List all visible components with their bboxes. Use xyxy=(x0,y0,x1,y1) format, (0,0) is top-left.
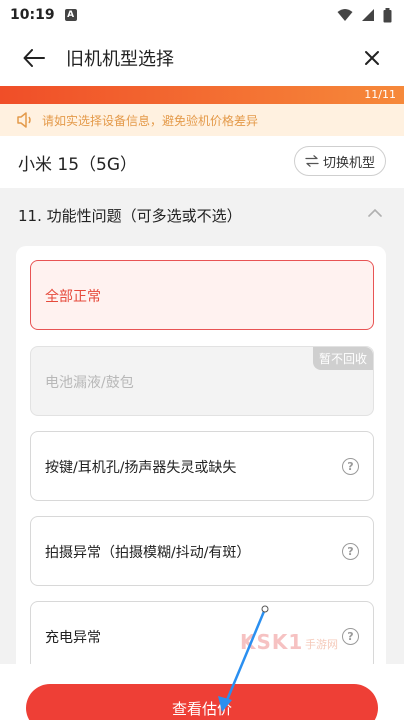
help-icon[interactable]: ? xyxy=(342,543,359,560)
view-estimate-button[interactable]: 查看估价 xyxy=(26,684,378,720)
switch-model-button[interactable]: 切换机型 xyxy=(294,146,386,176)
option-battery-leak: 电池漏液/鼓包 暂不回收 xyxy=(30,346,374,416)
option-label: 拍摄异常（拍摄模糊/抖动/有斑） xyxy=(45,545,251,561)
back-button[interactable] xyxy=(20,44,48,72)
status-time: 10:19 xyxy=(10,7,55,23)
app-header: 旧机机型选择 xyxy=(0,30,404,86)
page-title: 旧机机型选择 xyxy=(66,49,174,70)
option-camera[interactable]: 拍摄异常（拍摄模糊/抖动/有斑） ? xyxy=(30,516,374,586)
model-name: 小米 15（5G） xyxy=(18,155,138,175)
help-icon[interactable]: ? xyxy=(342,458,359,475)
help-icon[interactable]: ? xyxy=(342,628,359,645)
unavailable-badge: 暂不回收 xyxy=(312,347,373,370)
model-row: 小米 15（5G） 切换机型 xyxy=(0,136,404,188)
arrow-left-icon xyxy=(23,49,45,67)
swap-icon xyxy=(305,155,319,167)
option-all-normal[interactable]: 全部正常 xyxy=(30,260,374,330)
view-estimate-label: 查看估价 xyxy=(171,700,232,718)
section-title: 11. 功能性问题（可多选或不选） xyxy=(18,207,242,225)
speaker-icon xyxy=(17,112,31,128)
watermark-sub: 手游网 xyxy=(305,638,338,651)
close-icon xyxy=(365,51,379,65)
signal-icon xyxy=(362,9,374,21)
chevron-up-icon[interactable] xyxy=(368,208,382,217)
option-buttons-audio[interactable]: 按键/耳机孔/扬声器失灵或缺失 ? xyxy=(30,431,374,501)
wifi-icon xyxy=(337,9,353,21)
option-label: 按键/耳机孔/扬声器失灵或缺失 xyxy=(45,460,237,476)
option-label: 全部正常 xyxy=(45,289,101,305)
watermark: KSK1 xyxy=(240,630,304,654)
status-bar: 10:19 A xyxy=(0,0,404,30)
notification-icon: A xyxy=(64,9,77,21)
status-icons xyxy=(337,7,392,23)
option-label: 电池漏液/鼓包 xyxy=(45,375,134,391)
progress-bar: 11/11 xyxy=(0,86,404,104)
option-label: 充电异常 xyxy=(45,630,101,646)
switch-model-label: 切换机型 xyxy=(322,155,375,171)
progress-text: 11/11 xyxy=(364,88,396,101)
bottom-bar: 查看估价 xyxy=(0,664,404,720)
battery-icon xyxy=(383,7,392,22)
notice-banner: 请如实选择设备信息，避免验机价格差异 xyxy=(0,104,404,136)
notice-text: 请如实选择设备信息，避免验机价格差异 xyxy=(42,113,259,128)
function-section: 11. 功能性问题（可多选或不选） 全部正常 电池漏液/鼓包 暂不回收 按键/耳… xyxy=(0,188,404,720)
close-button[interactable] xyxy=(358,44,386,72)
